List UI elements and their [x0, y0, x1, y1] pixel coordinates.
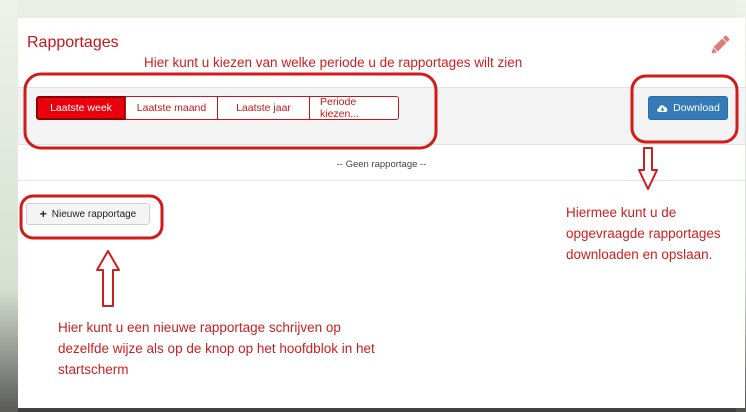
new-report-label: Nieuwe rapportage	[51, 208, 137, 220]
plus-icon: +	[39, 207, 47, 221]
background-left-edge	[0, 0, 18, 412]
divider	[18, 180, 745, 181]
tab-last-week[interactable]: Laatste week	[36, 96, 126, 120]
annotation-download: Hiermee kunt u de opgevraagde rapportage…	[566, 205, 721, 262]
period-button-group: Laatste week Laatste maand Laatste jaar …	[36, 96, 399, 120]
new-report-button[interactable]: + Nieuwe rapportage	[26, 203, 150, 225]
empty-state-text: -- Geen rapportage --	[336, 159, 427, 170]
pencil-icon[interactable]	[707, 32, 733, 58]
arrow-up-icon	[96, 250, 120, 307]
tab-choose-period[interactable]: Periode kiezen...	[309, 96, 399, 120]
annotation-period: Hier kunt u kiezen van welke periode u d…	[144, 55, 523, 70]
download-button[interactable]: Download	[648, 96, 728, 120]
reports-panel: Rapportages Hier kunt u kiezen van welke…	[18, 18, 745, 408]
download-label: Download	[673, 102, 720, 114]
cloud-download-icon	[657, 105, 668, 112]
tab-last-month[interactable]: Laatste maand	[125, 96, 218, 120]
report-toolbar: Laatste week Laatste maand Laatste jaar …	[18, 87, 745, 145]
annotation-new-report: Hier kunt u een nieuwe rapportage schrij…	[58, 320, 375, 377]
panel-title: Rapportages	[27, 34, 119, 51]
tab-last-year[interactable]: Laatste jaar	[217, 96, 310, 120]
